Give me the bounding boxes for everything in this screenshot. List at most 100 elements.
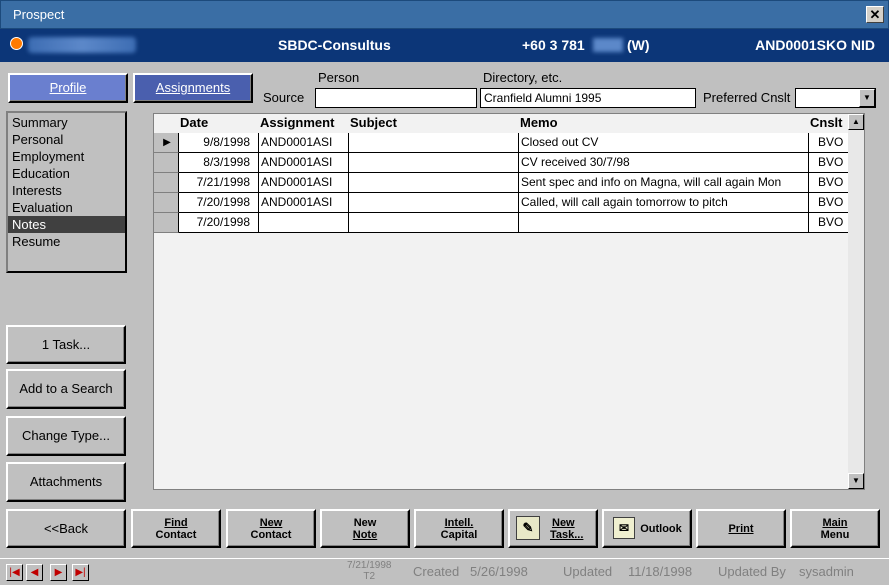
cell-subject[interactable] xyxy=(349,173,519,193)
row-selector[interactable] xyxy=(154,173,179,193)
phone-number: +60 3 781 xyxy=(522,37,585,53)
next-record-icon[interactable]: ▶ xyxy=(50,564,67,581)
scroll-down-icon[interactable]: ▼ xyxy=(848,473,864,489)
main-menu-label-2: Menu xyxy=(820,529,850,541)
intell-capital-label-1: Intell. xyxy=(444,517,474,529)
new-note-button[interactable]: New Note xyxy=(320,509,410,548)
record-header: SBDC-Consultus +60 3 781 (W) AND0001SKO … xyxy=(0,29,889,62)
cell-consultant[interactable]: BVO xyxy=(809,153,848,173)
window-title: Prospect xyxy=(13,7,65,22)
tab-assignments[interactable]: Assignments xyxy=(133,73,253,103)
intell-capital-button[interactable]: Intell. Capital xyxy=(414,509,504,548)
cell-subject[interactable] xyxy=(349,193,519,213)
cell-memo[interactable]: Sent spec and info on Magna, will call a… xyxy=(519,173,809,193)
cell-date[interactable]: 9/8/1998 xyxy=(179,133,259,153)
cell-date[interactable]: 7/20/1998 xyxy=(179,193,259,213)
back-button[interactable]: <<Back xyxy=(6,509,126,548)
cell-assignment[interactable]: AND0001ASI xyxy=(259,153,349,173)
cell-memo[interactable]: Closed out CV xyxy=(519,133,809,153)
table-row[interactable]: 7/21/1998 AND0001ASI Sent spec and info … xyxy=(154,173,848,193)
updated-by-label: Updated By xyxy=(718,564,786,579)
record-stamp: 7/21/1998 T2 xyxy=(347,560,392,582)
cell-subject[interactable] xyxy=(349,213,519,233)
cell-consultant[interactable]: BVO xyxy=(809,193,848,213)
chevron-down-icon[interactable]: ▼ xyxy=(859,89,875,107)
outlook-label: Outlook xyxy=(640,523,682,535)
cell-consultant[interactable]: BVO xyxy=(809,173,848,193)
table-row[interactable]: ▶ 9/8/1998 AND0001ASI Closed out CV BVO xyxy=(154,133,848,153)
source-label: Source xyxy=(263,90,305,105)
find-contact-label-2: Contact xyxy=(155,529,197,541)
table-row[interactable]: 8/3/1998 AND0001ASI CV received 30/7/98 … xyxy=(154,153,848,173)
current-row-arrow-icon: ▶ xyxy=(154,133,179,153)
column-subject[interactable]: Subject xyxy=(350,115,397,130)
sidebar-item-resume[interactable]: Resume xyxy=(8,233,125,250)
sidebar-item-interests[interactable]: Interests xyxy=(8,182,125,199)
cell-assignment[interactable]: AND0001ASI xyxy=(259,133,349,153)
cell-date[interactable]: 8/3/1998 xyxy=(179,153,259,173)
task-list-icon: ✎ xyxy=(516,516,540,540)
previous-record-icon[interactable]: ◀ xyxy=(26,564,43,581)
stamp-date: 7/21/1998 xyxy=(347,560,392,571)
cell-assignment[interactable] xyxy=(259,213,349,233)
row-selector[interactable] xyxy=(154,213,179,233)
find-contact-button[interactable]: Find Contact xyxy=(131,509,221,548)
find-contact-label-1: Find xyxy=(164,517,188,529)
change-type-button[interactable]: Change Type... xyxy=(6,416,126,456)
updated-date: 11/18/1998 xyxy=(628,564,693,579)
table-row[interactable]: 7/20/1998 AND0001ASI Called, will call a… xyxy=(154,193,848,213)
sidebar-item-employment[interactable]: Employment xyxy=(8,148,125,165)
sidebar-item-summary[interactable]: Summary xyxy=(8,114,125,131)
notes-grid: Date Assignment Subject Memo Cnslt ▶ 9/8… xyxy=(153,113,865,490)
add-to-search-button[interactable]: Add to a Search xyxy=(6,369,126,409)
outlook-button[interactable]: ✉ Outlook xyxy=(602,509,692,548)
cell-date[interactable]: 7/21/1998 xyxy=(179,173,259,193)
column-memo[interactable]: Memo xyxy=(520,115,558,130)
new-contact-button[interactable]: New Contact xyxy=(226,509,316,548)
main-menu-label-1: Main xyxy=(822,517,848,529)
close-icon: ✕ xyxy=(869,7,881,22)
cell-consultant[interactable]: BVO xyxy=(809,213,848,233)
first-record-icon[interactable]: |◀ xyxy=(6,564,23,581)
record-code: AND0001SKO NID xyxy=(755,37,875,53)
outlook-envelope-icon: ✉ xyxy=(613,517,635,539)
sidebar-item-education[interactable]: Education xyxy=(8,165,125,182)
cell-subject[interactable] xyxy=(349,133,519,153)
last-record-icon[interactable]: ▶| xyxy=(72,564,89,581)
row-selector[interactable] xyxy=(154,153,179,173)
directory-field[interactable]: Cranfield Alumni 1995 xyxy=(480,88,696,108)
new-task-label-1: New xyxy=(552,517,575,529)
sidebar-item-personal[interactable]: Personal xyxy=(8,131,125,148)
updated-label: Updated xyxy=(563,564,613,579)
column-consultant[interactable]: Cnslt xyxy=(810,115,843,130)
cell-memo[interactable]: CV received 30/7/98 xyxy=(519,153,809,173)
main-menu-button[interactable]: Main Menu xyxy=(790,509,880,548)
cell-date[interactable]: 7/20/1998 xyxy=(179,213,259,233)
cell-assignment[interactable]: AND0001ASI xyxy=(259,193,349,213)
vertical-scrollbar[interactable]: ▲ ▼ xyxy=(848,114,864,489)
column-date[interactable]: Date xyxy=(180,115,208,130)
cell-subject[interactable] xyxy=(349,153,519,173)
title-bar: Prospect ✕ xyxy=(0,0,889,29)
task-button[interactable]: 1 Task... xyxy=(6,325,126,364)
phone-type: (W) xyxy=(627,37,650,53)
tab-profile[interactable]: Profile xyxy=(8,73,128,103)
person-field[interactable] xyxy=(315,88,477,108)
sidebar-item-notes[interactable]: Notes xyxy=(8,216,125,233)
sidebar-item-evaluation[interactable]: Evaluation xyxy=(8,199,125,216)
cell-assignment[interactable]: AND0001ASI xyxy=(259,173,349,193)
new-note-label-1: New xyxy=(353,517,377,529)
preferred-consultant-label: Preferred Cnslt xyxy=(703,90,791,105)
attachments-button[interactable]: Attachments xyxy=(6,462,126,502)
cell-memo[interactable]: Called, will call again tomorrow to pitc… xyxy=(519,193,809,213)
new-task-label-2: Task... xyxy=(550,529,584,541)
row-selector[interactable] xyxy=(154,193,179,213)
scroll-up-icon[interactable]: ▲ xyxy=(848,114,864,130)
cell-consultant[interactable]: BVO xyxy=(809,133,848,153)
print-button[interactable]: Print xyxy=(696,509,786,548)
cell-memo[interactable] xyxy=(519,213,809,233)
table-row[interactable]: 7/20/1998 BVO xyxy=(154,213,848,233)
close-button[interactable]: ✕ xyxy=(866,6,884,23)
new-task-button[interactable]: ✎ New Task... xyxy=(508,509,598,548)
column-assignment[interactable]: Assignment xyxy=(260,115,334,130)
